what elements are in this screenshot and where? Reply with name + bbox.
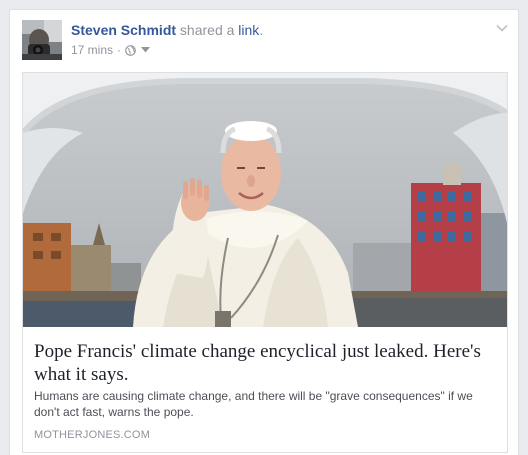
post-meta: 17 mins · <box>71 43 151 57</box>
globe-icon[interactable] <box>125 44 136 56</box>
action-text: shared a <box>179 22 235 38</box>
feed-post: Steven Schmidt shared a link. 17 mins · <box>9 9 519 455</box>
attachment-source: MOTHERJONES.COM <box>34 429 151 441</box>
meta-separator: · <box>117 43 122 57</box>
timestamp[interactable]: 17 mins <box>71 43 113 57</box>
shared-link[interactable]: link <box>238 22 259 38</box>
avatar-photo <box>22 20 62 60</box>
audience-caret-icon[interactable] <box>141 47 151 53</box>
chevron-down-icon[interactable] <box>496 24 508 32</box>
attachment-title[interactable]: Pope Francis' climate change encyclical … <box>34 340 496 386</box>
author-name[interactable]: Steven Schmidt <box>71 22 176 38</box>
post-header: Steven Schmidt shared a link. <box>71 22 263 38</box>
attachment-image[interactable] <box>23 73 507 327</box>
avatar[interactable] <box>22 20 62 60</box>
attachment-description: Humans are causing climate change, and t… <box>34 389 473 419</box>
action-suffix: . <box>259 22 264 38</box>
link-attachment[interactable]: Pope Francis' climate change encyclical … <box>22 72 508 453</box>
pope-photo <box>23 73 507 327</box>
